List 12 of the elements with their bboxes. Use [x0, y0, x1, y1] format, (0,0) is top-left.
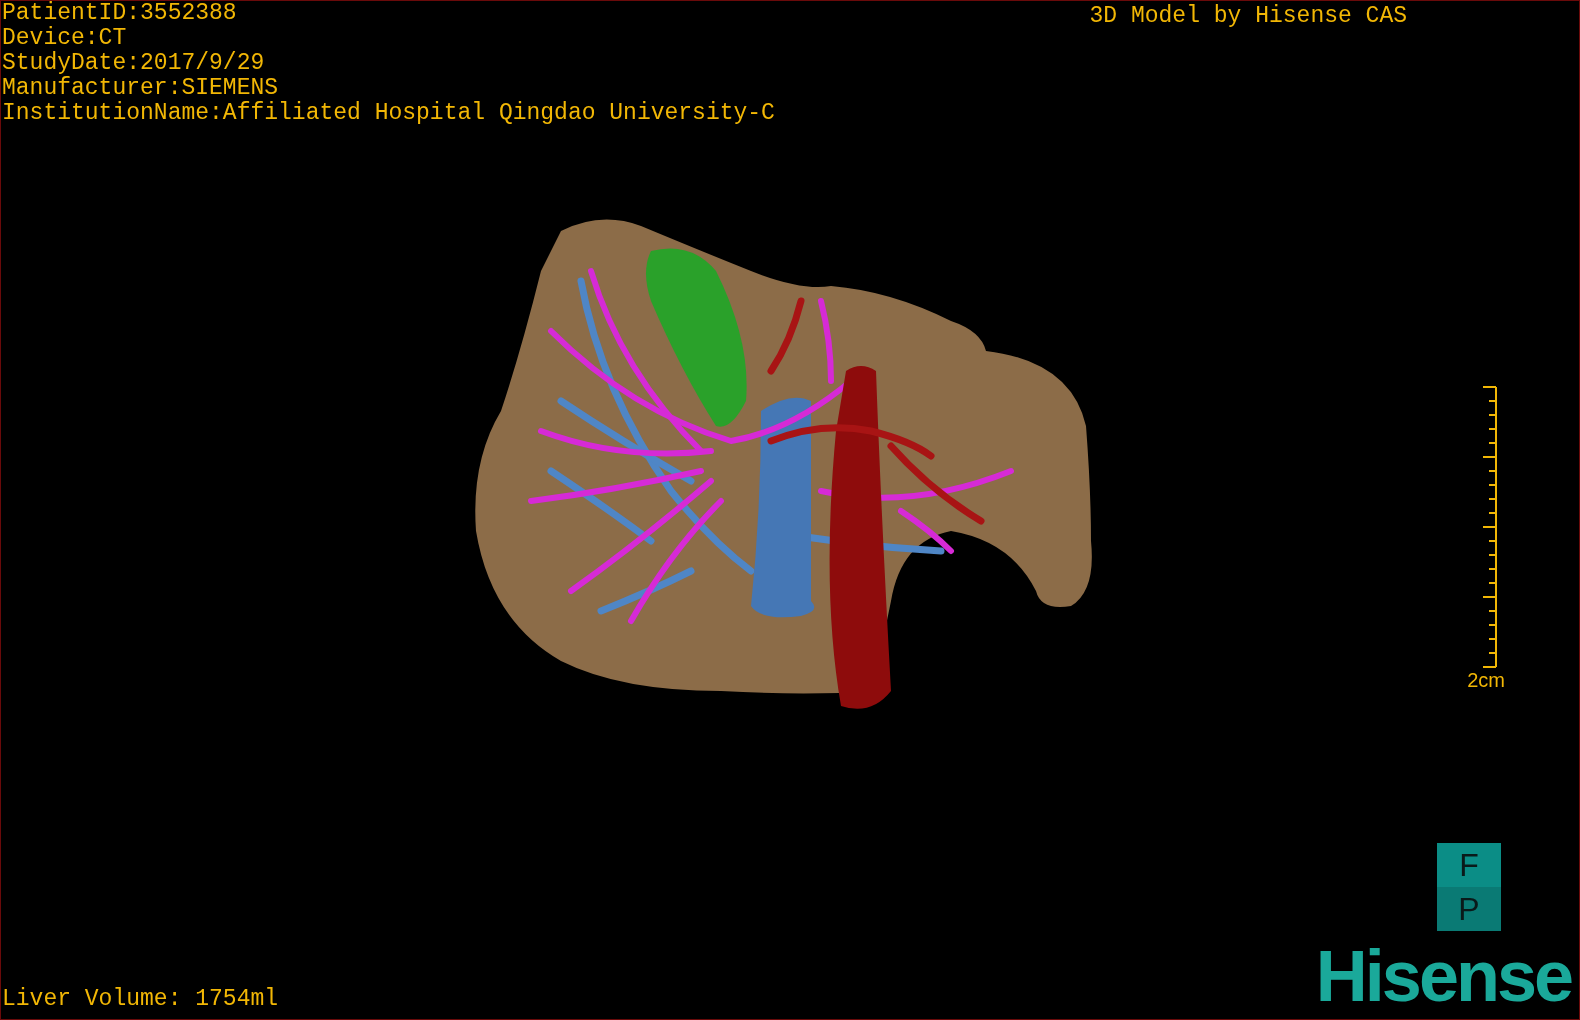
- study-info-text: Device:CT: [2, 26, 128, 51]
- orientation-cube[interactable]: F P: [1437, 843, 1501, 931]
- brand-logo: Hisense: [1315, 943, 1573, 1009]
- study-info-text: PatientID:3552388: [2, 1, 238, 26]
- cube-face[interactable]: P: [1437, 887, 1501, 931]
- liver-volume-text: Liver Volume: 1754ml: [1, 985, 279, 1014]
- study-info-text: StudyDate:2017/9/29: [2, 51, 266, 76]
- model-title: 3D Model by Hisense CAS: [1089, 2, 1407, 31]
- study-info-text: InstitutionName:Affiliated Hospital Qingdao University-C: [2, 101, 775, 126]
- scale-label: 2cm: [1467, 668, 1505, 692]
- cube-face[interactable]: F: [1437, 843, 1501, 887]
- study-info-text: Manufacturer:SIEMENS: [2, 76, 280, 101]
